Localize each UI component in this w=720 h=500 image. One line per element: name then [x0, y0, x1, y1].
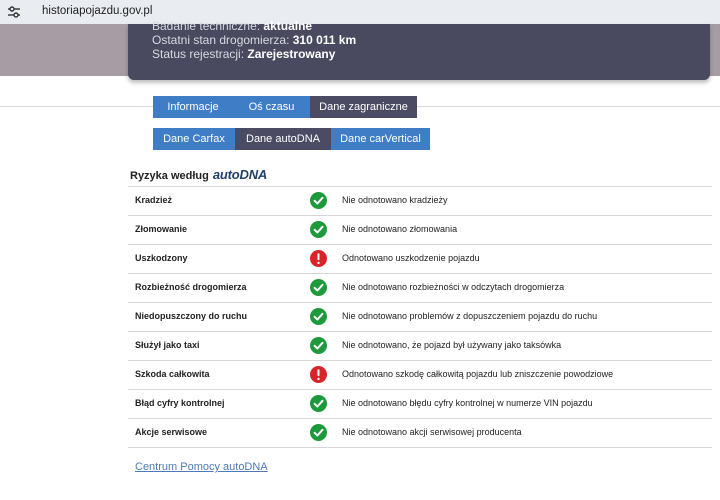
risk-label: Złomowanie	[135, 224, 188, 234]
tab-dane-carfax[interactable]: Dane Carfax	[153, 128, 235, 150]
risk-table: Kradzież Nie odnotowano kradzieży Złomow…	[128, 186, 712, 448]
tab-informacje[interactable]: Informacje	[153, 96, 233, 118]
risk-description: Nie odnotowano kradzieży	[342, 195, 448, 205]
risk-label: Akcje serwisowe	[135, 427, 208, 437]
vehicle-summary-card: Badanie techniczne: aktualne Ostatni sta…	[128, 19, 710, 80]
risk-label: Służył jako taxi	[135, 340, 200, 350]
risk-label: Niedopuszczony do ruchu	[135, 311, 248, 321]
inspection-line: Badanie techniczne: aktualne	[152, 19, 313, 33]
table-row: Niedopuszczony do ruchu Nie odnotowano p…	[128, 303, 712, 332]
table-row: Uszkodzony Odnotowano uszkodzenie pojazd…	[128, 245, 712, 274]
check-circle-icon	[310, 221, 327, 238]
check-circle-icon	[310, 192, 327, 209]
autodna-logo: autoDNA	[212, 167, 268, 182]
odometer-line: Ostatni stan drogomierza: 310 011 km	[152, 33, 357, 47]
check-circle-icon	[310, 279, 327, 296]
exclamation-circle-icon	[310, 366, 327, 383]
main-tabs: Informacje Oś czasu Dane zagraniczne	[153, 96, 417, 118]
risk-description: Nie odnotowano, że pojazd był używany ja…	[342, 340, 562, 350]
risk-description: Odnotowano uszkodzenie pojazdu	[342, 253, 480, 263]
tab-dane-autodna[interactable]: Dane autoDNA	[235, 128, 331, 150]
table-row: Kradzież Nie odnotowano kradzieży	[128, 187, 712, 216]
url-text[interactable]: historiapojazdu.gov.pl	[42, 5, 152, 17]
check-circle-icon	[310, 337, 327, 354]
tab-os-czasu[interactable]: Oś czasu	[233, 96, 310, 118]
tab-dane-carvertical[interactable]: Dane carVertical	[331, 128, 430, 150]
risk-description: Nie odnotowano błędu cyfry kontrolnej w …	[342, 398, 593, 408]
risk-description: Nie odnotowano rozbieżności w odczytach …	[342, 282, 565, 292]
table-row: Błąd cyfry kontrolnej Nie odnotowano błę…	[128, 390, 712, 419]
risk-description: Nie odnotowano złomowania	[342, 224, 458, 234]
browser-address-bar[interactable]: historiapojazdu.gov.pl	[0, 0, 720, 25]
table-row: Rozbieżność drogomierza Nie odnotowano r…	[128, 274, 712, 303]
check-circle-icon	[310, 395, 327, 412]
risk-section-title: Ryzyka według autoDNA	[130, 167, 268, 182]
registration-status-line: Status rejestracji: Zarejestrowany	[152, 47, 336, 61]
risk-description: Odnotowano szkodę całkowitą pojazdu lub …	[342, 369, 614, 379]
tab-dane-zagraniczne[interactable]: Dane zagraniczne	[310, 96, 417, 118]
help-center-link[interactable]: Centrum Pomocy autoDNA	[135, 461, 268, 473]
risk-label: Kradzież	[135, 195, 173, 205]
table-row: Akcje serwisowe Nie odnotowano akcji ser…	[128, 419, 712, 448]
table-row: Służył jako taxi Nie odnotowano, że poja…	[128, 332, 712, 361]
table-row: Złomowanie Nie odnotowano złomowania	[128, 216, 712, 245]
site-settings-icon[interactable]	[7, 5, 21, 19]
check-circle-icon	[310, 308, 327, 325]
risk-label: Uszkodzony	[135, 253, 188, 263]
check-circle-icon	[310, 424, 327, 441]
risk-label: Błąd cyfry kontrolnej	[135, 398, 225, 408]
exclamation-circle-icon	[310, 250, 327, 267]
foreign-data-tabs: Dane Carfax Dane autoDNA Dane carVertica…	[153, 128, 430, 150]
risk-label: Szkoda całkowita	[135, 369, 210, 379]
risk-label: Rozbieżność drogomierza	[135, 282, 247, 292]
risk-description: Nie odnotowano akcji serwisowej producen…	[342, 427, 522, 437]
risk-description: Nie odnotowano problemów z dopuszczeniem…	[342, 311, 598, 321]
table-row: Szkoda całkowita Odnotowano szkodę całko…	[128, 361, 712, 390]
